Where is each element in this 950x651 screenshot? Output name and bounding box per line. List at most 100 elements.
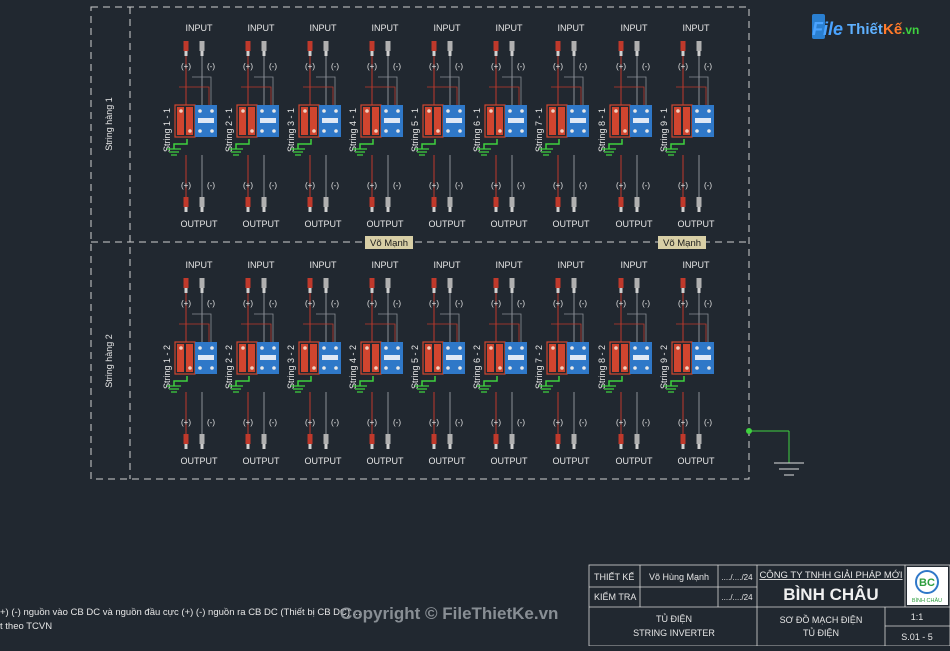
plus-bottom-label: (+) xyxy=(553,418,563,427)
string-name-label: String 1 - 2 xyxy=(162,345,172,389)
string-name-label: String 2 - 1 xyxy=(224,108,234,152)
watermark-logo-file: File xyxy=(812,19,843,39)
string-name-label: String 4 - 2 xyxy=(348,345,358,389)
output-label: OUTPUT xyxy=(429,219,467,229)
minus-bottom-label: (-) xyxy=(517,181,525,190)
minus-top-label: (-) xyxy=(704,62,712,71)
input-label: INPUT xyxy=(683,23,711,33)
watermark-logo-vn: .vn xyxy=(902,23,919,37)
minus-bottom-label: (-) xyxy=(269,181,277,190)
plus-bottom-label: (+) xyxy=(429,181,439,190)
plus-top-label: (+) xyxy=(678,62,688,71)
output-label: OUTPUT xyxy=(616,219,654,229)
input-label: INPUT xyxy=(248,23,276,33)
input-label: INPUT xyxy=(558,23,586,33)
company-logo-caption: BÌNH CHÂU xyxy=(912,597,942,604)
output-label: OUTPUT xyxy=(678,456,716,466)
output-label: OUTPUT xyxy=(616,456,654,466)
company-line-1: CÔNG TY TNHH GIẢI PHÁP MỚI xyxy=(759,569,902,581)
minus-top-label: (-) xyxy=(642,62,650,71)
string-name-label: String 3 - 2 xyxy=(286,345,296,389)
minus-bottom-label: (-) xyxy=(642,418,650,427)
output-label: OUTPUT xyxy=(367,456,405,466)
string-name-label: String 8 - 1 xyxy=(597,108,607,152)
minus-top-label: (-) xyxy=(331,62,339,71)
row-label-2: String hàng 2 xyxy=(104,334,114,388)
minus-top-label: (-) xyxy=(704,299,712,308)
input-label: INPUT xyxy=(186,260,214,270)
minus-top-label: (-) xyxy=(517,62,525,71)
output-label: OUTPUT xyxy=(678,219,716,229)
input-label: INPUT xyxy=(621,23,649,33)
minus-top-label: (-) xyxy=(642,299,650,308)
minus-top-label: (-) xyxy=(579,62,587,71)
panel-frame xyxy=(90,6,750,480)
minus-bottom-label: (-) xyxy=(269,418,277,427)
minus-bottom-label: (-) xyxy=(393,418,401,427)
plus-top-label: (+) xyxy=(305,299,315,308)
minus-top-label: (-) xyxy=(455,299,463,308)
plus-top-label: (+) xyxy=(429,62,439,71)
panel-line-1: TỦ ĐIỆN xyxy=(656,613,692,624)
sheet-number: S.01 - 5 xyxy=(901,632,933,642)
output-label: OUTPUT xyxy=(429,456,467,466)
plus-top-label: (+) xyxy=(553,299,563,308)
string-name-label: String 4 - 1 xyxy=(348,108,358,152)
designer-date: ..../..../24 xyxy=(721,573,753,582)
input-label: INPUT xyxy=(683,260,711,270)
earth-ground-symbol xyxy=(746,428,804,476)
string-name-label: String 6 - 1 xyxy=(472,108,482,152)
plus-bottom-label: (+) xyxy=(678,181,688,190)
company-line-2: BÌNH CHÂU xyxy=(783,585,878,604)
plus-top-label: (+) xyxy=(305,62,315,71)
minus-bottom-label: (-) xyxy=(704,418,712,427)
name-tag-1: Võ Mạnh xyxy=(365,236,413,249)
output-label: OUTPUT xyxy=(553,219,591,229)
input-label: INPUT xyxy=(310,23,338,33)
plus-top-label: (+) xyxy=(429,299,439,308)
input-label: INPUT xyxy=(372,260,400,270)
output-label: OUTPUT xyxy=(491,456,529,466)
minus-top-label: (-) xyxy=(331,299,339,308)
input-label: INPUT xyxy=(434,23,462,33)
output-label: OUTPUT xyxy=(181,456,219,466)
output-label: OUTPUT xyxy=(305,456,343,466)
minus-bottom-label: (-) xyxy=(579,181,587,190)
name-tag-2-text: Võ Mạnh xyxy=(663,238,701,249)
plus-bottom-label: (+) xyxy=(243,418,253,427)
minus-bottom-label: (-) xyxy=(579,418,587,427)
minus-top-label: (-) xyxy=(455,62,463,71)
minus-bottom-label: (-) xyxy=(393,181,401,190)
input-label: INPUT xyxy=(310,260,338,270)
string-name-label: String 7 - 1 xyxy=(534,108,544,152)
minus-top-label: (-) xyxy=(269,62,277,71)
drawing-line-2: TỦ ĐIỆN xyxy=(803,627,839,638)
string-name-label: String 7 - 2 xyxy=(534,345,544,389)
minus-top-label: (-) xyxy=(517,299,525,308)
plus-top-label: (+) xyxy=(678,299,688,308)
input-label: INPUT xyxy=(621,260,649,270)
input-label: INPUT xyxy=(186,23,214,33)
plus-bottom-label: (+) xyxy=(367,418,377,427)
plus-bottom-label: (+) xyxy=(491,418,501,427)
output-label: OUTPUT xyxy=(491,219,529,229)
checker-label: KIỂM TRA xyxy=(594,591,636,602)
plus-bottom-label: (+) xyxy=(305,181,315,190)
output-label: OUTPUT xyxy=(305,219,343,229)
input-label: INPUT xyxy=(434,260,462,270)
row-label-1: String hàng 1 xyxy=(104,97,114,151)
plus-top-label: (+) xyxy=(243,299,253,308)
plus-top-label: (+) xyxy=(367,299,377,308)
minus-bottom-label: (-) xyxy=(455,181,463,190)
input-label: INPUT xyxy=(558,260,586,270)
plus-bottom-label: (+) xyxy=(678,418,688,427)
copyright-watermark: Copyright © FileThietKe.vn xyxy=(340,604,558,623)
string-name-label: String 5 - 1 xyxy=(410,108,420,152)
plus-bottom-label: (+) xyxy=(429,418,439,427)
company-logo-mark: BC xyxy=(919,577,935,589)
panel-line-2: STRING INVERTER xyxy=(633,628,715,638)
minus-bottom-label: (-) xyxy=(704,181,712,190)
output-label: OUTPUT xyxy=(181,219,219,229)
plus-top-label: (+) xyxy=(491,299,501,308)
plus-top-label: (+) xyxy=(491,62,501,71)
